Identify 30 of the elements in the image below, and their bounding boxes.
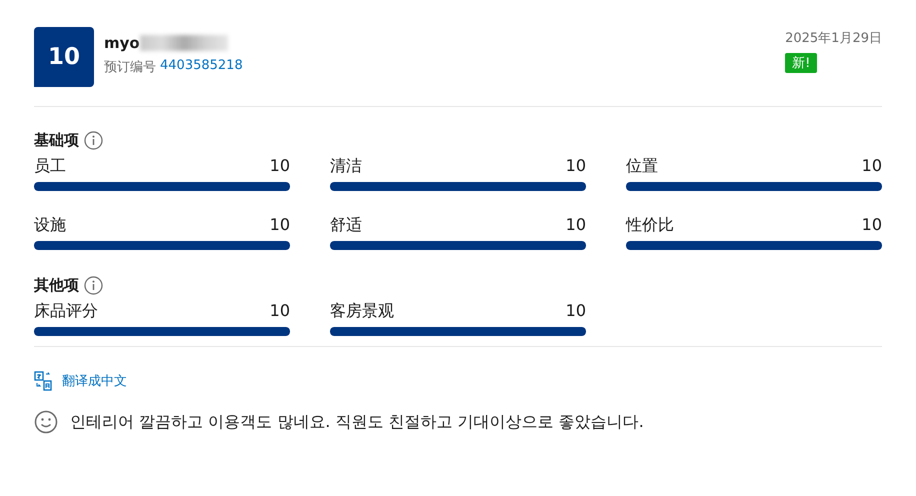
rating-value: 10 [566,214,586,236]
rating-value: 10 [270,155,290,177]
rating-label: 设施 [34,214,66,236]
booking-label: 预订编号 [104,59,156,76]
rating-label: 性价比 [626,214,674,236]
booking-number: 4403585218 [160,58,243,75]
review-comment: 인테리어 깔끔하고 이용객도 많네요. 직원도 친절하고 기대이상으로 좋았습니다. [70,412,644,432]
smiley-icon [34,410,58,434]
rating-label: 位置 [626,155,658,177]
rating-label: 清洁 [330,155,362,177]
section-title: 基础项 [34,131,79,150]
user-name: myo [104,34,140,52]
rating-label: 员工 [34,155,66,177]
rating-value: 10 [270,300,290,322]
translate-icon[interactable] [34,371,52,391]
rating-label: 舒适 [330,214,362,236]
new-badge: 新! [785,53,818,73]
info-icon[interactable] [84,276,103,295]
rating-value: 10 [270,214,290,236]
rating-label: 客房景观 [330,300,394,322]
rating-value: 10 [566,300,586,322]
rating-value: 10 [566,155,586,177]
rating-value: 10 [862,214,882,236]
translate-link[interactable]: 翻译成中文 [62,372,127,390]
info-icon[interactable] [84,131,103,150]
rating-label: 床品评分 [34,300,98,322]
score-badge: 10 [34,27,94,87]
rating-value: 10 [862,155,882,177]
review-date: 2025年1月29日 [785,30,882,47]
section-title: 其他项 [34,276,79,295]
